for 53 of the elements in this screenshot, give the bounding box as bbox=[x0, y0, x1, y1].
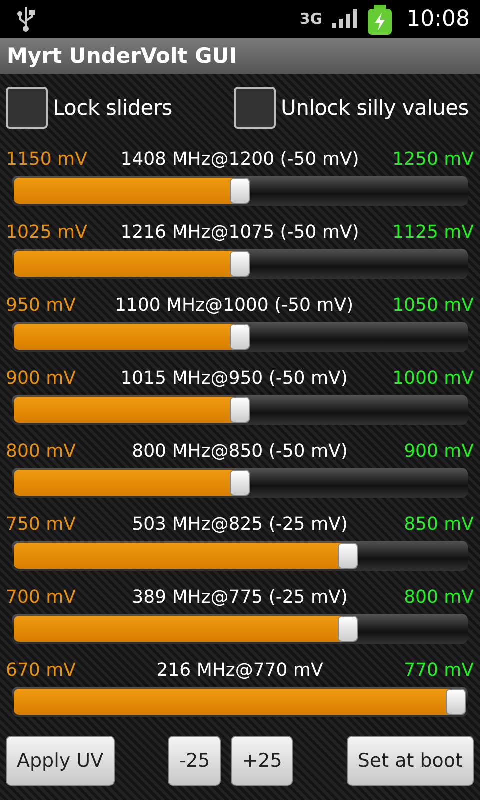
usb-icon bbox=[16, 6, 36, 32]
slider-track[interactable] bbox=[12, 687, 468, 717]
frequency-label: 503 MHz@825 (-25 mV) bbox=[132, 514, 348, 534]
slider-track[interactable] bbox=[12, 614, 468, 644]
checkbox-label: Lock sliders bbox=[53, 96, 172, 120]
checkbox-label: Unlock silly values bbox=[281, 96, 469, 120]
slider-track[interactable] bbox=[12, 541, 468, 571]
network-type: 3G bbox=[300, 10, 323, 28]
frequency-label: 1216 MHz@1075 (-50 mV) bbox=[120, 222, 360, 242]
action-button[interactable]: +25 bbox=[231, 736, 294, 786]
slider-thumb[interactable] bbox=[230, 324, 250, 350]
slider-thumb[interactable] bbox=[230, 251, 250, 277]
max-voltage: 1000 mV bbox=[392, 368, 474, 388]
action-button[interactable]: -25 bbox=[168, 736, 222, 786]
min-voltage: 750 mV bbox=[6, 514, 76, 534]
action-button[interactable]: Set at boot bbox=[346, 736, 474, 786]
slider-thumb[interactable] bbox=[338, 543, 358, 569]
max-voltage: 770 mV bbox=[404, 660, 474, 680]
slider-track[interactable] bbox=[12, 468, 468, 498]
frequency-label: 1408 MHz@1200 (-50 mV) bbox=[120, 148, 360, 170]
clock: 10:08 bbox=[406, 6, 470, 32]
max-voltage: 800 mV bbox=[404, 586, 474, 608]
slider-track[interactable] bbox=[12, 249, 468, 279]
max-voltage: 1125 mV bbox=[392, 222, 474, 242]
action-button[interactable]: Apply UV bbox=[6, 736, 115, 786]
max-voltage: 900 mV bbox=[404, 440, 474, 462]
slider-thumb[interactable] bbox=[230, 178, 250, 204]
slider-track[interactable] bbox=[12, 322, 468, 352]
frequency-label: 1100 MHz@1000 (-50 mV) bbox=[114, 294, 354, 316]
max-voltage: 1050 mV bbox=[392, 294, 474, 316]
checkbox[interactable] bbox=[6, 87, 48, 129]
min-voltage: 1025 mV bbox=[6, 222, 88, 242]
max-voltage: 1250 mV bbox=[392, 148, 474, 170]
min-voltage: 670 mV bbox=[6, 660, 76, 680]
slider-track[interactable] bbox=[12, 176, 468, 206]
slider-thumb[interactable] bbox=[230, 470, 250, 496]
signal-icon bbox=[330, 9, 357, 29]
slider-thumb[interactable] bbox=[338, 616, 358, 642]
checkbox[interactable] bbox=[234, 87, 276, 129]
min-voltage: 800 mV bbox=[6, 440, 76, 462]
slider-thumb[interactable] bbox=[446, 689, 466, 715]
max-voltage: 850 mV bbox=[404, 514, 474, 534]
frequency-label: 1015 MHz@950 (-50 mV) bbox=[120, 368, 348, 388]
min-voltage: 950 mV bbox=[6, 294, 76, 316]
frequency-label: 389 MHz@775 (-25 mV) bbox=[132, 586, 348, 608]
slider-track[interactable] bbox=[12, 395, 468, 425]
frequency-label: 800 MHz@850 (-50 mV) bbox=[132, 440, 348, 462]
min-voltage: 700 mV bbox=[6, 586, 76, 608]
slider-thumb[interactable] bbox=[230, 397, 250, 423]
min-voltage: 1150 mV bbox=[6, 148, 88, 170]
app-title: Myrt UnderVolt GUI bbox=[7, 44, 238, 68]
min-voltage: 900 mV bbox=[6, 368, 76, 388]
frequency-label: 216 MHz@770 mV bbox=[156, 660, 324, 680]
